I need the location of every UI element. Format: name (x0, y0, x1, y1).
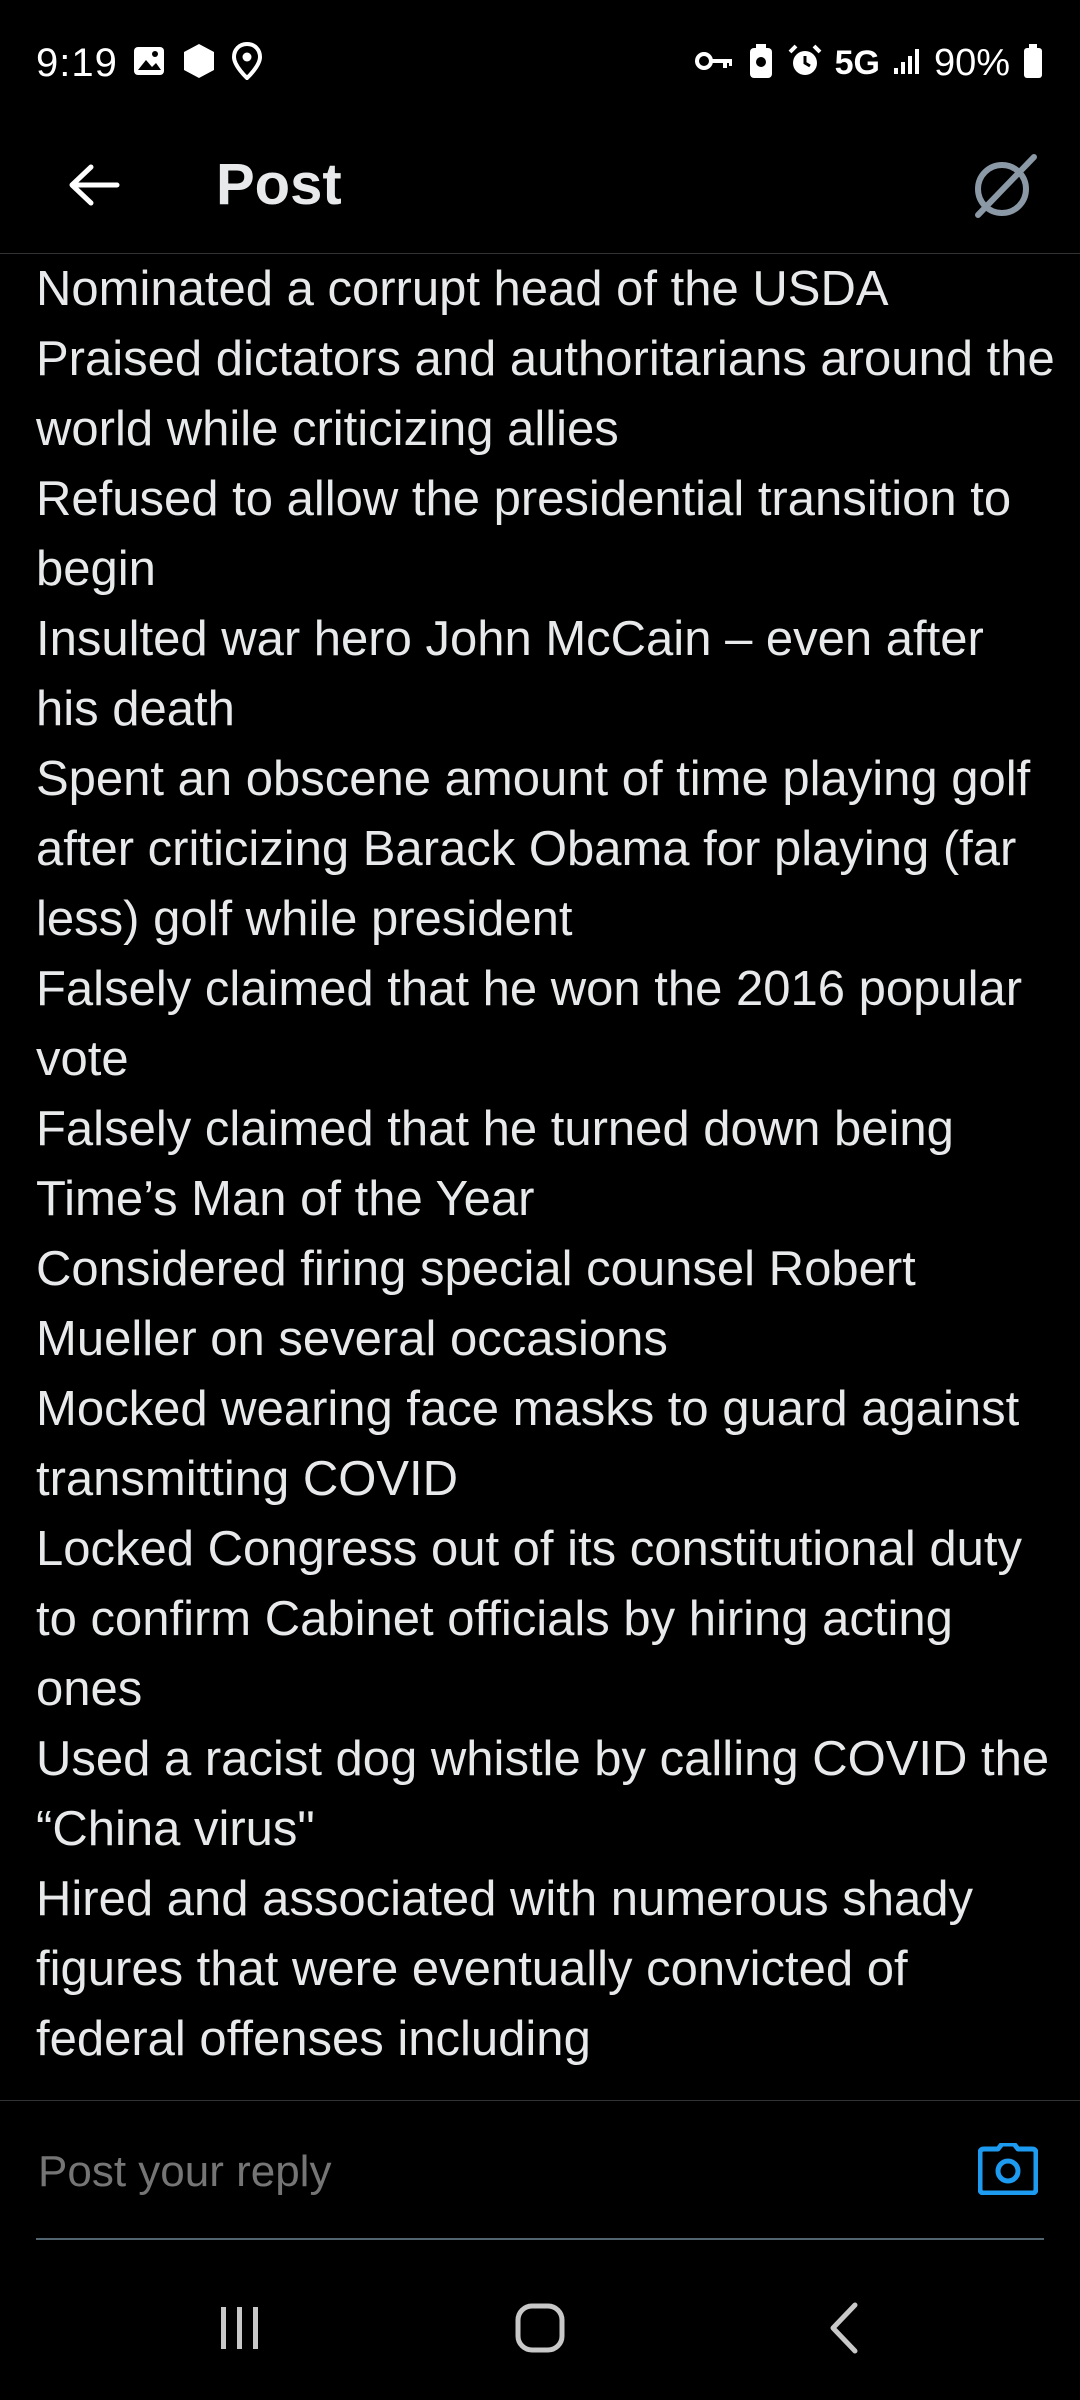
arrow-left-icon (67, 163, 121, 212)
system-nav-bar (0, 2260, 1080, 2400)
grok-icon (966, 151, 1038, 228)
post-line: Spent an obscene amount of time playing … (36, 752, 1031, 946)
location-icon (231, 41, 262, 85)
battery-saver-lock-icon (747, 42, 775, 85)
reply-bar (0, 2100, 1080, 2241)
status-left: 9:19 (36, 38, 262, 88)
grok-button[interactable] (954, 141, 1050, 237)
post-line: Refused to allow the presidential transi… (36, 472, 1012, 596)
home-icon (513, 2301, 567, 2360)
post-line: Nominated a corrupt head of the USDA (36, 262, 889, 316)
network-type: 5G (834, 43, 880, 82)
home-button[interactable] (490, 2290, 590, 2370)
nav-back-button[interactable] (795, 2290, 895, 2370)
camera-button[interactable] (976, 2139, 1040, 2203)
page-title: Post (216, 152, 342, 217)
status-bar: 9:19 5G 90% (0, 0, 1080, 125)
vpn-key-icon (694, 48, 735, 79)
status-time: 9:19 (36, 40, 118, 85)
signal-icon (892, 46, 922, 81)
post-content: Nominated a corrupt head of the USDA Pra… (0, 254, 1080, 2100)
camera-icon (977, 2141, 1039, 2200)
reply-underline (36, 2238, 1044, 2240)
gallery-icon (132, 44, 166, 83)
post-line: Locked Congress out of its constitutiona… (36, 1522, 1023, 1716)
post-text: Nominated a corrupt head of the USDA Pra… (36, 254, 1060, 2074)
recents-icon (215, 2303, 265, 2358)
alarm-icon (787, 43, 823, 84)
post-line: Hired and associated with numerous shady… (36, 1872, 973, 2066)
recents-button[interactable] (190, 2290, 290, 2370)
status-right: 5G 90% (694, 38, 1044, 88)
post-line: Praised dictators and authoritarians aro… (36, 332, 1055, 456)
post-line: Considered firing special counsel Robert… (36, 1242, 916, 1366)
post-line: Falsely claimed that he won the 2016 pop… (36, 962, 1023, 1086)
battery-percent: 90% (933, 41, 1010, 84)
reply-input[interactable] (36, 2139, 940, 2205)
post-line: Falsely claimed that he turned down bein… (36, 1102, 954, 1226)
battery-icon (1022, 43, 1044, 84)
chevron-left-icon (825, 2301, 865, 2360)
post-line: Insulted war hero John McCain – even aft… (36, 612, 984, 736)
top-app-bar: Post (0, 125, 1080, 254)
back-button[interactable] (54, 147, 134, 227)
app-notification-icon (180, 42, 218, 85)
post-line: Mocked wearing face masks to guard again… (36, 1382, 1020, 1506)
post-line: Used a racist dog whistle by calling COV… (36, 1732, 1050, 1856)
